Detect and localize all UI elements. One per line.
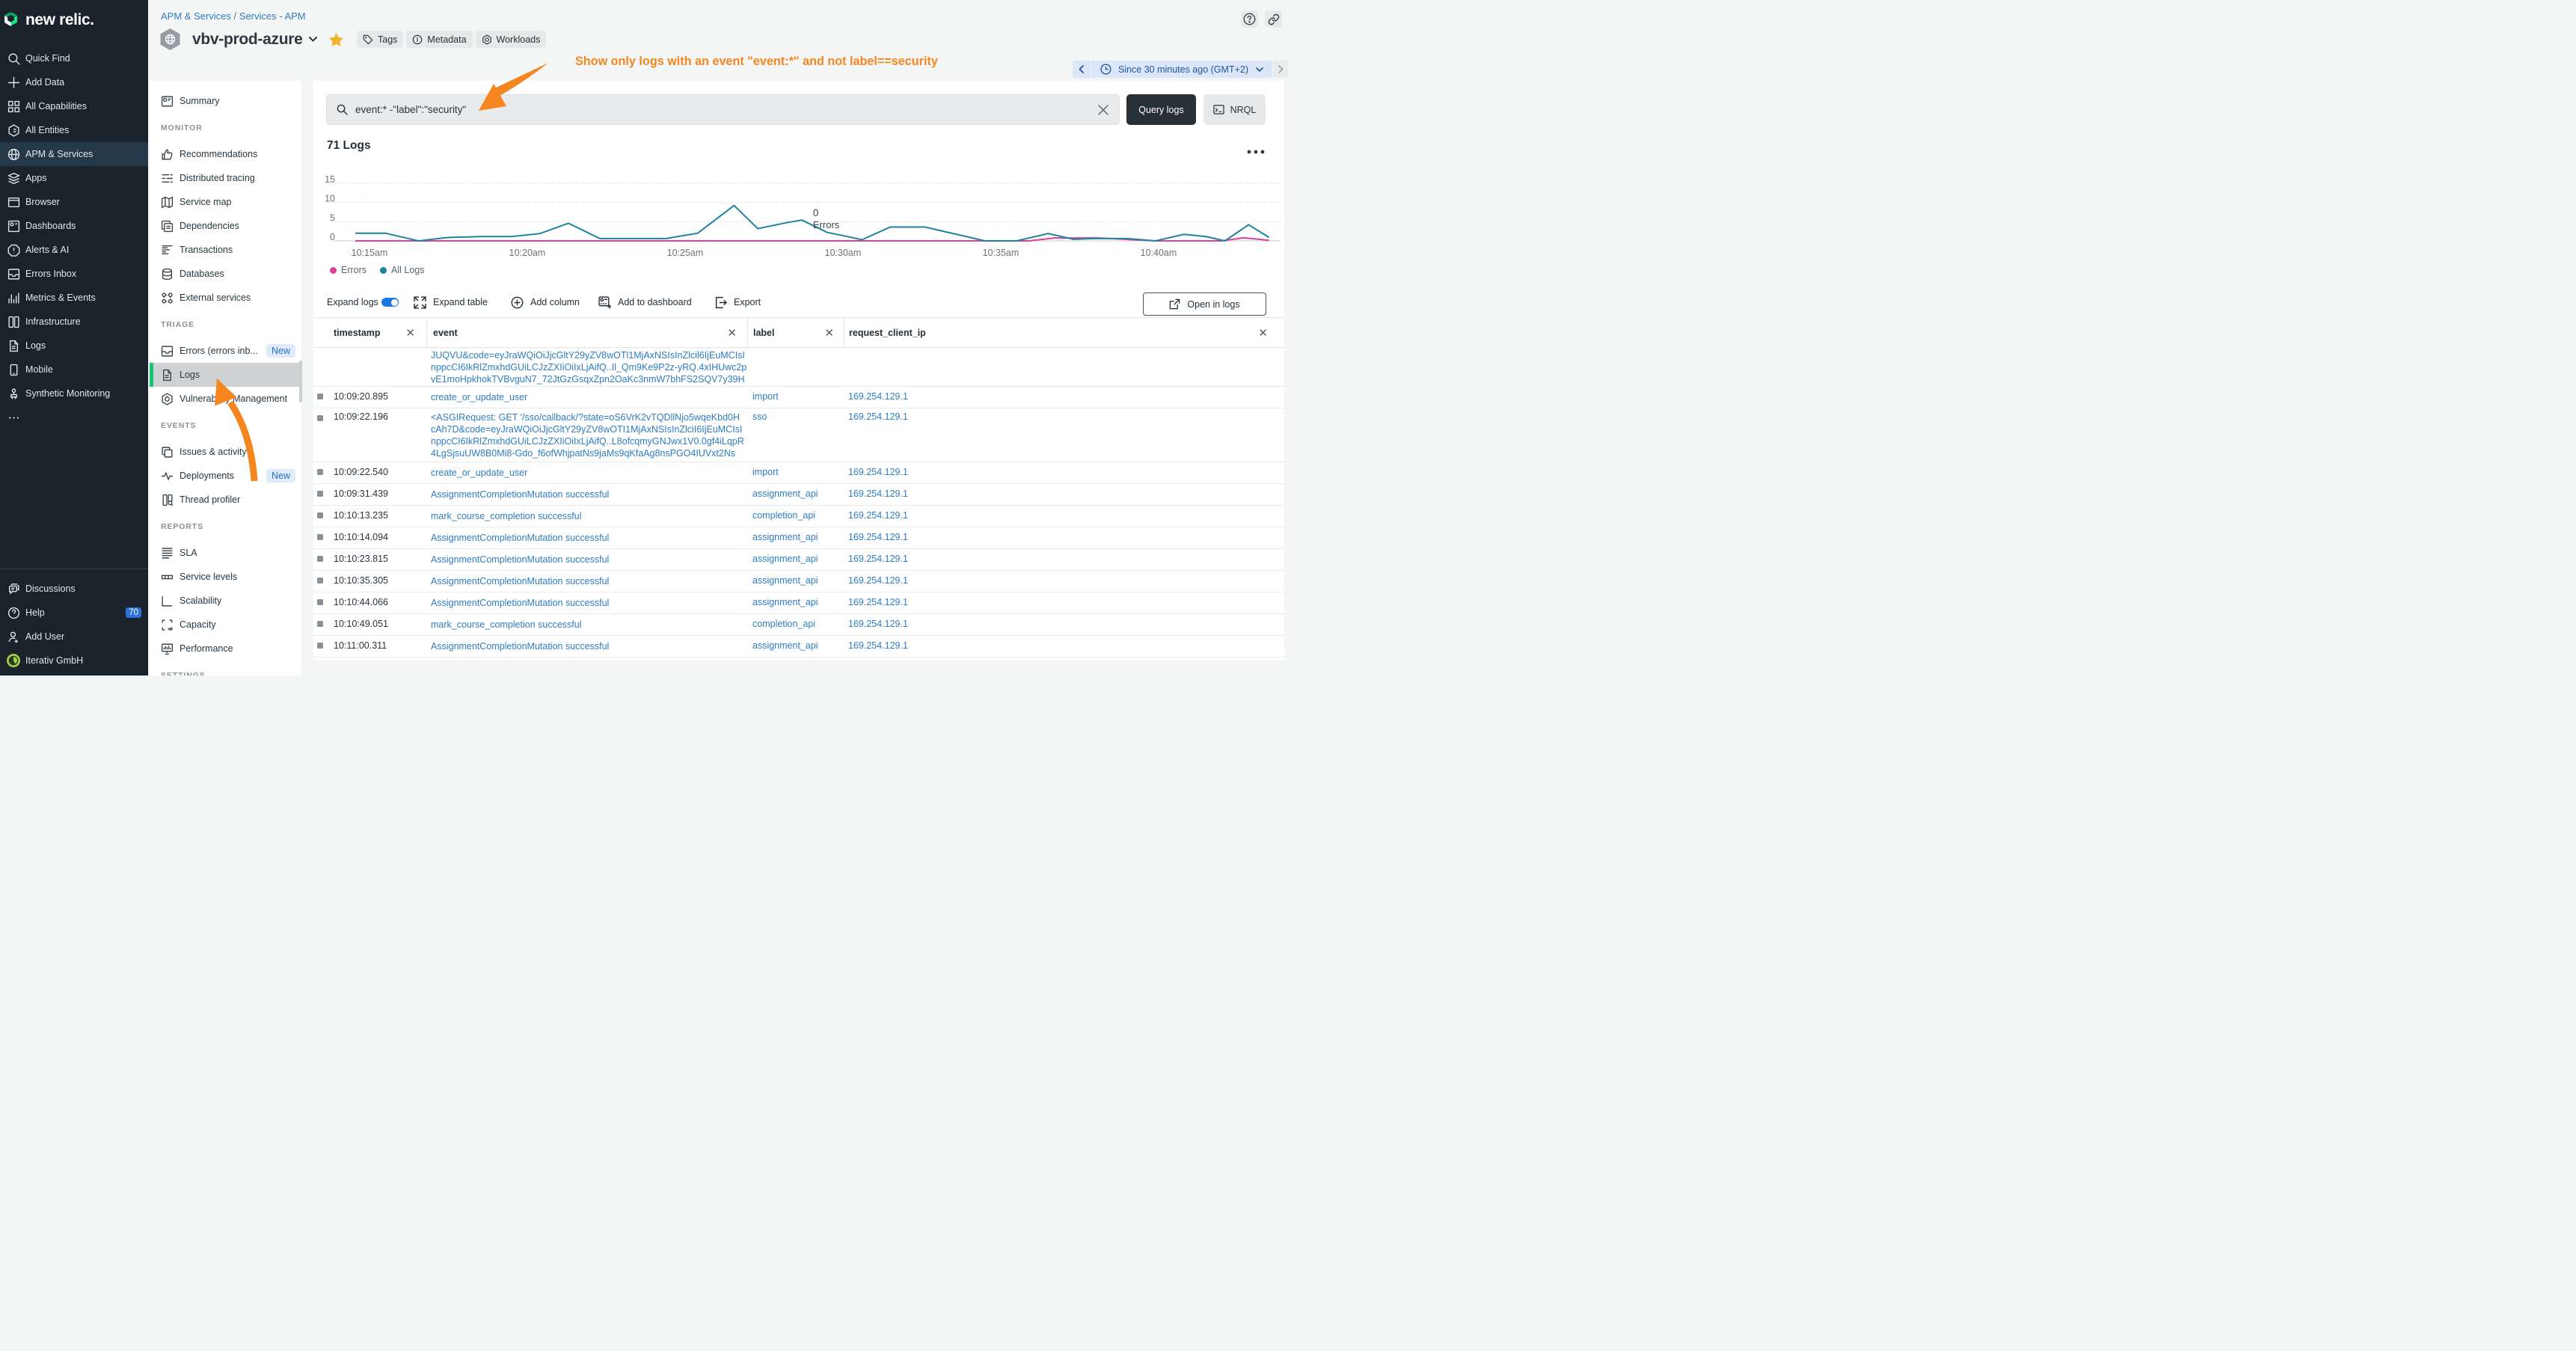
svg-text:10:35am: 10:35am [983, 248, 1019, 258]
svg-text:5: 5 [330, 212, 335, 223]
svg-text:0: 0 [330, 232, 335, 242]
svg-text:Errors: Errors [813, 219, 840, 230]
svg-text:10:25am: 10:25am [667, 248, 704, 258]
svg-text:10: 10 [325, 194, 335, 204]
svg-text:10:20am: 10:20am [509, 248, 546, 258]
svg-text:15: 15 [325, 174, 335, 185]
svg-text:10:15am: 10:15am [352, 248, 388, 258]
svg-text:10:40am: 10:40am [1141, 248, 1177, 258]
svg-text:10:30am: 10:30am [825, 248, 862, 258]
svg-text:0: 0 [813, 207, 819, 218]
